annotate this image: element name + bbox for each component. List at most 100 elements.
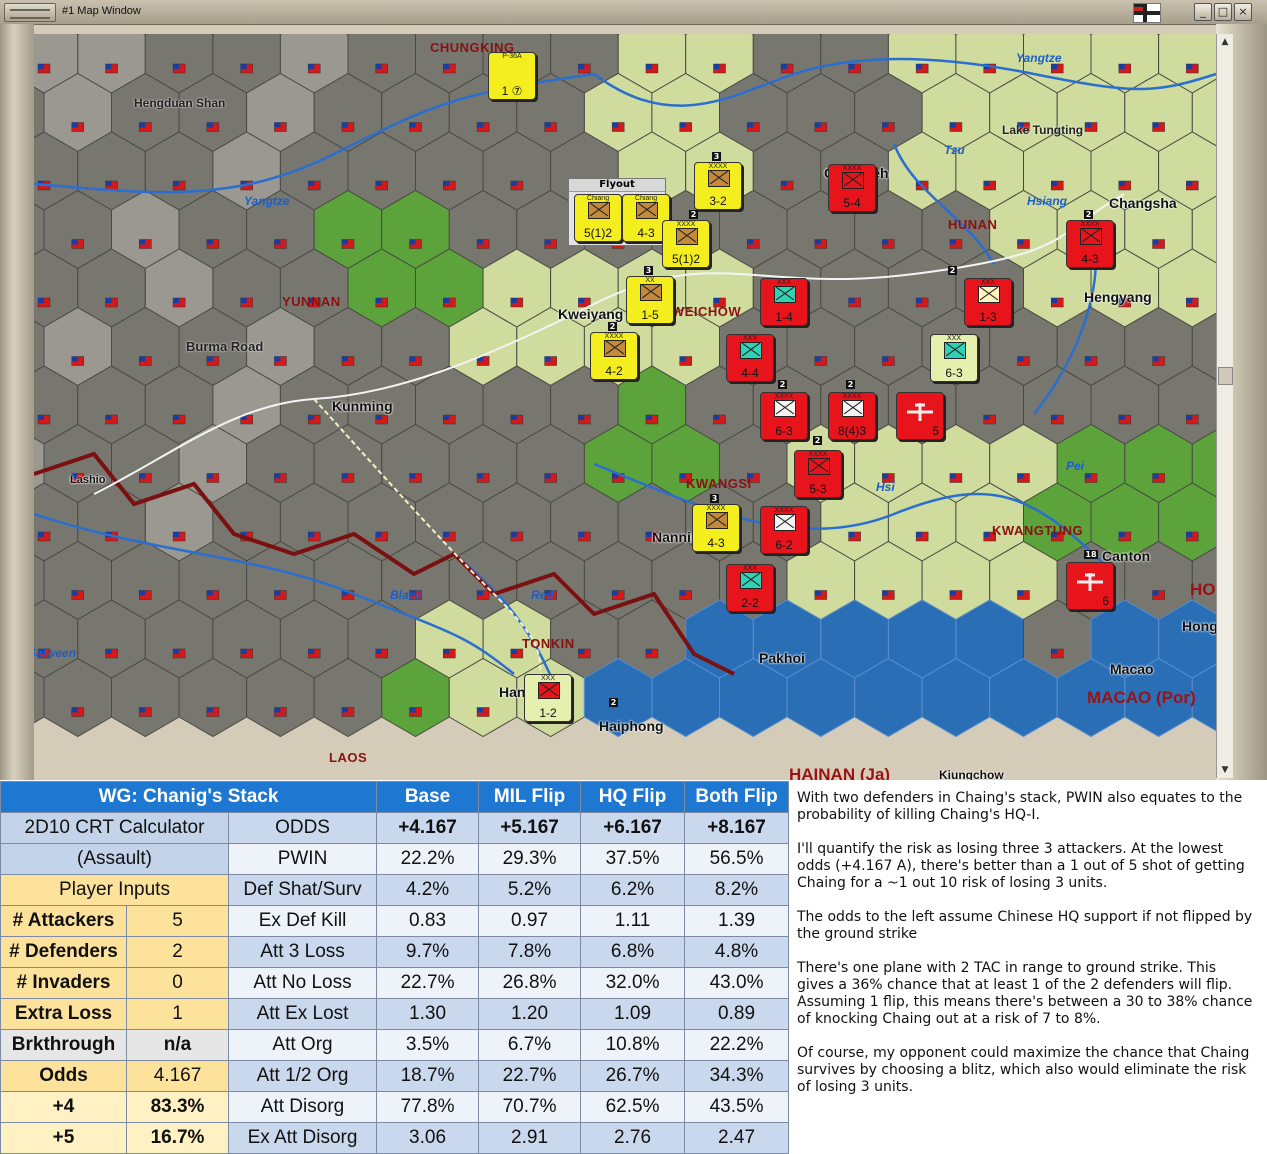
- control-flag-canton-icon: [443, 649, 450, 654]
- value-cell: 56.5%: [684, 843, 790, 875]
- note-paragraph: With two defenders in Chaing's stack, PW…: [797, 790, 1243, 823]
- window-frame-left: [0, 24, 34, 780]
- row-label: PWIN: [227, 843, 378, 875]
- control-flag-canton-icon: [882, 356, 889, 362]
- unit-counter[interactable]: XXXX 5-3: [794, 450, 842, 498]
- unit-counter[interactable]: XXXX 4-2: [590, 332, 638, 380]
- column-header-mil-flip: MIL Flip: [478, 781, 582, 813]
- title-bar[interactable]: #1 Map Window _ □ ×: [0, 0, 1267, 25]
- control-flag-canton-icon: [206, 590, 213, 596]
- control-flag-canton-icon: [105, 181, 112, 186]
- value-cell: 6.7%: [478, 1029, 582, 1061]
- unit-counter[interactable]: XXX 1-3: [964, 278, 1012, 326]
- control-flag-canton-icon: [544, 473, 551, 479]
- control-flag-canton-icon: [443, 181, 450, 186]
- control-flag-canton-icon: [578, 532, 585, 537]
- mountain-symbol-icon: [740, 342, 762, 359]
- row-label: Def Shat/Surv: [227, 874, 378, 906]
- air-unit-counter[interactable]: 6: [1066, 562, 1114, 610]
- unit-counter[interactable]: XXXX 5-4: [828, 164, 876, 212]
- scroll-thumb[interactable]: [1218, 367, 1233, 385]
- window-menu-button[interactable]: [4, 3, 56, 22]
- value-cell: 6.8%: [580, 936, 686, 968]
- sheet-title: WG: Chanig's Stack: [0, 781, 378, 813]
- input-value[interactable]: 0: [126, 967, 229, 999]
- unit-counter[interactable]: XXXX 3-2: [694, 162, 742, 210]
- input-value: 16.7%: [126, 1122, 229, 1154]
- odds-cell: +8.167: [684, 812, 790, 844]
- control-flag-canton-icon: [1118, 64, 1125, 69]
- control-flag-canton-icon: [578, 649, 585, 654]
- unit-counter[interactable]: XXXX 4-3: [692, 504, 740, 552]
- control-flag-canton-icon: [1152, 590, 1159, 596]
- control-flag-canton-icon: [274, 122, 281, 128]
- maximize-button[interactable]: □: [1214, 3, 1232, 21]
- control-flag-canton-icon: [71, 356, 78, 362]
- control-flag-canton-icon: [1152, 239, 1159, 245]
- terrain-label-lake-tungting: Lake Tungting: [1002, 123, 1084, 137]
- control-flag-canton-icon: [477, 707, 484, 713]
- river-label-hsiang: Hsiang: [1027, 194, 1068, 208]
- stack-count: 2: [948, 266, 957, 275]
- unit-counter[interactable]: Chiang 5(1)2: [574, 194, 622, 242]
- input-value: n/a: [126, 1029, 229, 1061]
- map-vertical-scrollbar[interactable]: ▲ ▼: [1216, 34, 1233, 778]
- control-flag-canton-icon: [38, 415, 44, 420]
- city-label-changsha: Changsha: [1109, 195, 1177, 211]
- engineer-symbol-icon: [978, 286, 1000, 303]
- map-terrain[interactable]: [34, 34, 1216, 780]
- hex-map[interactable]: CHUNGKING Kweiyang Kunming Changsha Heng…: [34, 34, 1216, 780]
- unit-counter[interactable]: XXX 6-3: [930, 334, 978, 382]
- control-flag-canton-icon: [409, 356, 416, 362]
- control-flag-canton-icon: [882, 590, 889, 596]
- control-flag-canton-icon: [578, 415, 585, 420]
- value-cell: 9.7%: [376, 936, 480, 968]
- value-cell: 0.97: [478, 905, 582, 937]
- control-flag-canton-icon: [949, 239, 956, 245]
- unit-counter[interactable]: XXX 2-2: [726, 564, 774, 612]
- control-flag-canton-icon: [477, 590, 484, 596]
- control-flag-canton-icon: [240, 64, 247, 69]
- air-unit-counter[interactable]: 5: [896, 392, 944, 440]
- unit-counter[interactable]: XX 1-5: [626, 276, 674, 324]
- input-value[interactable]: 2: [126, 936, 229, 968]
- terrain-label-burma-road: Burma Road: [186, 339, 264, 354]
- scroll-up-icon[interactable]: ▲: [1219, 36, 1231, 48]
- unit-counter[interactable]: XXXX 6-3: [760, 392, 808, 440]
- control-flag-canton-icon: [477, 239, 484, 245]
- input-value[interactable]: 1: [126, 998, 229, 1030]
- column-header-hq-flip: HQ Flip: [580, 781, 686, 813]
- control-flag-canton-icon: [1186, 181, 1193, 186]
- odds-cell: +6.167: [580, 812, 686, 844]
- unit-counter[interactable]: XXXX 4-3: [1066, 220, 1114, 268]
- close-button[interactable]: ×: [1234, 3, 1252, 21]
- control-flag-canton-icon: [1017, 356, 1024, 362]
- analysis-notes: With two defenders in Chaing's stack, PW…: [797, 790, 1257, 1113]
- unit-counter[interactable]: P-36A 1 ⑦: [488, 52, 536, 100]
- control-flag-canton-icon: [510, 532, 517, 537]
- unit-counter[interactable]: XXXX 8(4)3: [828, 392, 876, 440]
- unit-counter[interactable]: XXX 4-4: [726, 334, 774, 382]
- value-cell: 1.39: [684, 905, 790, 937]
- control-flag-canton-icon: [105, 298, 112, 303]
- stack-count: 2: [1084, 210, 1093, 219]
- control-flag-canton-icon: [308, 532, 315, 537]
- control-flag-canton-icon: [949, 473, 956, 479]
- input-value[interactable]: 5: [126, 905, 229, 937]
- scroll-down-icon[interactable]: ▼: [1219, 764, 1231, 776]
- unit-counter[interactable]: XXXX 6-2: [760, 506, 808, 554]
- control-flag-canton-icon: [1118, 415, 1125, 420]
- unit-counter[interactable]: XXX 1-2: [524, 674, 572, 722]
- control-flag-canton-icon: [139, 707, 146, 713]
- unit-counter[interactable]: XXXX 5(1)2: [662, 220, 710, 268]
- unit-strength: 5: [932, 424, 939, 438]
- stack-count: 3: [712, 152, 721, 161]
- unit-counter[interactable]: XXX 1-4: [760, 278, 808, 326]
- value-cell: 22.2%: [684, 1029, 790, 1061]
- note-paragraph: I'll quantify the risk as losing three 3…: [797, 841, 1245, 891]
- control-flag-canton-icon: [38, 298, 44, 303]
- control-flag-canton-icon: [173, 298, 180, 303]
- minimize-button[interactable]: _: [1194, 3, 1212, 21]
- control-flag-canton-icon: [240, 649, 247, 654]
- control-flag-canton-icon: [173, 181, 180, 186]
